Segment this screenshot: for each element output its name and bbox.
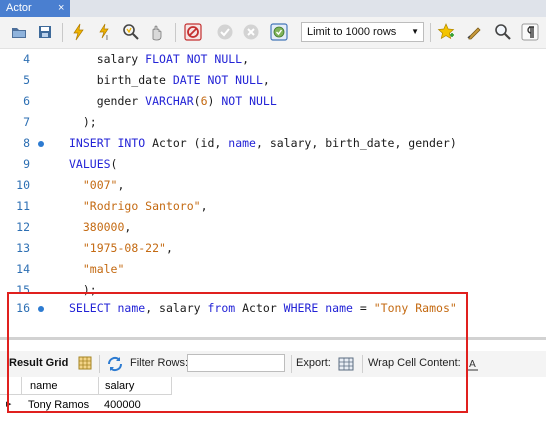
code-token: ( — [110, 157, 118, 171]
code-token: ) — [207, 94, 222, 108]
code-text: birth_date DATE NOT NULL, — [69, 70, 270, 91]
code-token: ); — [69, 115, 97, 129]
open-file-icon[interactable] — [10, 23, 28, 41]
line-number: 10 — [16, 178, 30, 192]
code-token: gender — [69, 94, 146, 108]
code-token: , salary, birth_date, gender) — [255, 136, 457, 150]
code-line[interactable]: 5 birth_date DATE NOT NULL, — [0, 70, 546, 91]
code-token: , — [262, 73, 270, 87]
highlight-box — [7, 292, 468, 413]
save-icon[interactable] — [36, 23, 54, 41]
code-token: "Rodrigo Santoro" — [82, 199, 201, 213]
code-token: salary — [69, 52, 146, 66]
search-icon[interactable] — [494, 23, 512, 41]
line-number: 5 — [23, 73, 30, 87]
code-token: VALUES — [69, 157, 111, 171]
code-text: VALUES( — [69, 154, 117, 175]
code-text: "male" — [69, 259, 125, 280]
code-token: 380000 — [82, 220, 125, 234]
code-token: NOT NULL — [221, 94, 277, 108]
execute-current-icon[interactable]: I — [96, 23, 114, 41]
code-line[interactable]: 4 salary FLOAT NOT NULL, — [0, 49, 546, 70]
code-text: gender VARCHAR(6) NOT NULL — [69, 91, 277, 112]
code-token: , — [165, 241, 173, 255]
code-token: , — [242, 52, 250, 66]
code-token: VARCHAR — [145, 94, 194, 108]
line-number: 13 — [16, 241, 30, 255]
code-token: birth_date — [69, 73, 173, 87]
invisible-chars-icon[interactable] — [521, 23, 539, 41]
beautify-icon[interactable] — [437, 23, 455, 41]
toolbar-separator — [430, 23, 431, 42]
code-text: salary FLOAT NOT NULL, — [69, 49, 249, 70]
chevron-down-icon: ▼ — [411, 27, 419, 36]
line-number: 12 — [16, 220, 30, 234]
line-number: 6 — [23, 94, 30, 108]
code-line[interactable]: 10 "007", — [0, 175, 546, 196]
stop-icon[interactable] — [148, 23, 166, 41]
close-icon[interactable]: × — [58, 0, 64, 17]
commit-icon[interactable] — [216, 23, 234, 41]
code-token: name — [228, 136, 256, 150]
code-text: "1975-08-22", — [69, 238, 173, 259]
code-text: 380000, — [69, 217, 131, 238]
code-line[interactable]: 12 380000, — [0, 217, 546, 238]
line-number: 14 — [16, 262, 30, 276]
tab-actor[interactable]: Actor × — [0, 0, 70, 17]
limit-rows-select[interactable]: Limit to 1000 rows ▼ — [301, 22, 424, 42]
code-line[interactable]: 8 INSERT INTO Actor (id, name, salary, bi… — [0, 133, 546, 154]
sql-toolbar: I Limit to 1000 rows ▼ — [0, 17, 546, 49]
code-line[interactable]: 6 gender VARCHAR(6) NOT NULL — [0, 91, 546, 112]
code-line[interactable]: 13 "1975-08-22", — [0, 238, 546, 259]
code-line[interactable]: 14 "male" — [0, 259, 546, 280]
line-number: 7 — [23, 115, 30, 129]
code-text: ); — [69, 112, 97, 133]
find-icon[interactable] — [466, 23, 484, 41]
code-token: "1975-08-22" — [82, 241, 166, 255]
code-token: ( — [193, 94, 201, 108]
code-line[interactable]: 9 VALUES( — [0, 154, 546, 175]
code-token: , — [124, 220, 132, 234]
code-text: "007", — [69, 175, 125, 196]
autocommit-icon[interactable] — [270, 23, 288, 41]
toolbar-separator — [175, 23, 176, 42]
code-token: DATE NOT NULL — [172, 73, 263, 87]
line-number: 8 — [23, 136, 30, 150]
svg-text:I: I — [106, 35, 108, 41]
sql-editor[interactable]: 4 salary FLOAT NOT NULL, 5 birth_date DAT… — [0, 49, 546, 331]
code-token: Actor (id, — [145, 136, 229, 150]
code-token: FLOAT NOT NULL — [145, 52, 243, 66]
statement-marker-icon — [38, 141, 44, 147]
code-token: 6 — [200, 94, 208, 108]
toggle-continue-on-error-icon[interactable] — [184, 23, 202, 41]
code-token: , — [117, 178, 125, 192]
tab-title: Actor — [6, 2, 32, 14]
rollback-icon[interactable] — [242, 23, 260, 41]
tab-bar: Actor × — [0, 0, 546, 17]
code-text: "Rodrigo Santoro", — [69, 196, 208, 217]
line-number: 11 — [16, 199, 30, 213]
code-line[interactable]: 7 ); — [0, 112, 546, 133]
line-number: 4 — [23, 52, 30, 66]
line-number: 9 — [23, 157, 30, 171]
code-line[interactable]: 11 "Rodrigo Santoro", — [0, 196, 546, 217]
code-token: INSERT INTO — [69, 136, 146, 150]
code-text: INSERT INTO Actor (id, name, salary, bir… — [69, 133, 457, 154]
code-token: "007" — [82, 178, 118, 192]
explain-icon[interactable] — [122, 23, 140, 41]
code-token: "male" — [82, 262, 125, 276]
execute-icon[interactable] — [70, 23, 88, 41]
limit-rows-value: Limit to 1000 rows — [307, 26, 397, 38]
code-token: , — [200, 199, 208, 213]
toolbar-separator — [62, 23, 63, 42]
